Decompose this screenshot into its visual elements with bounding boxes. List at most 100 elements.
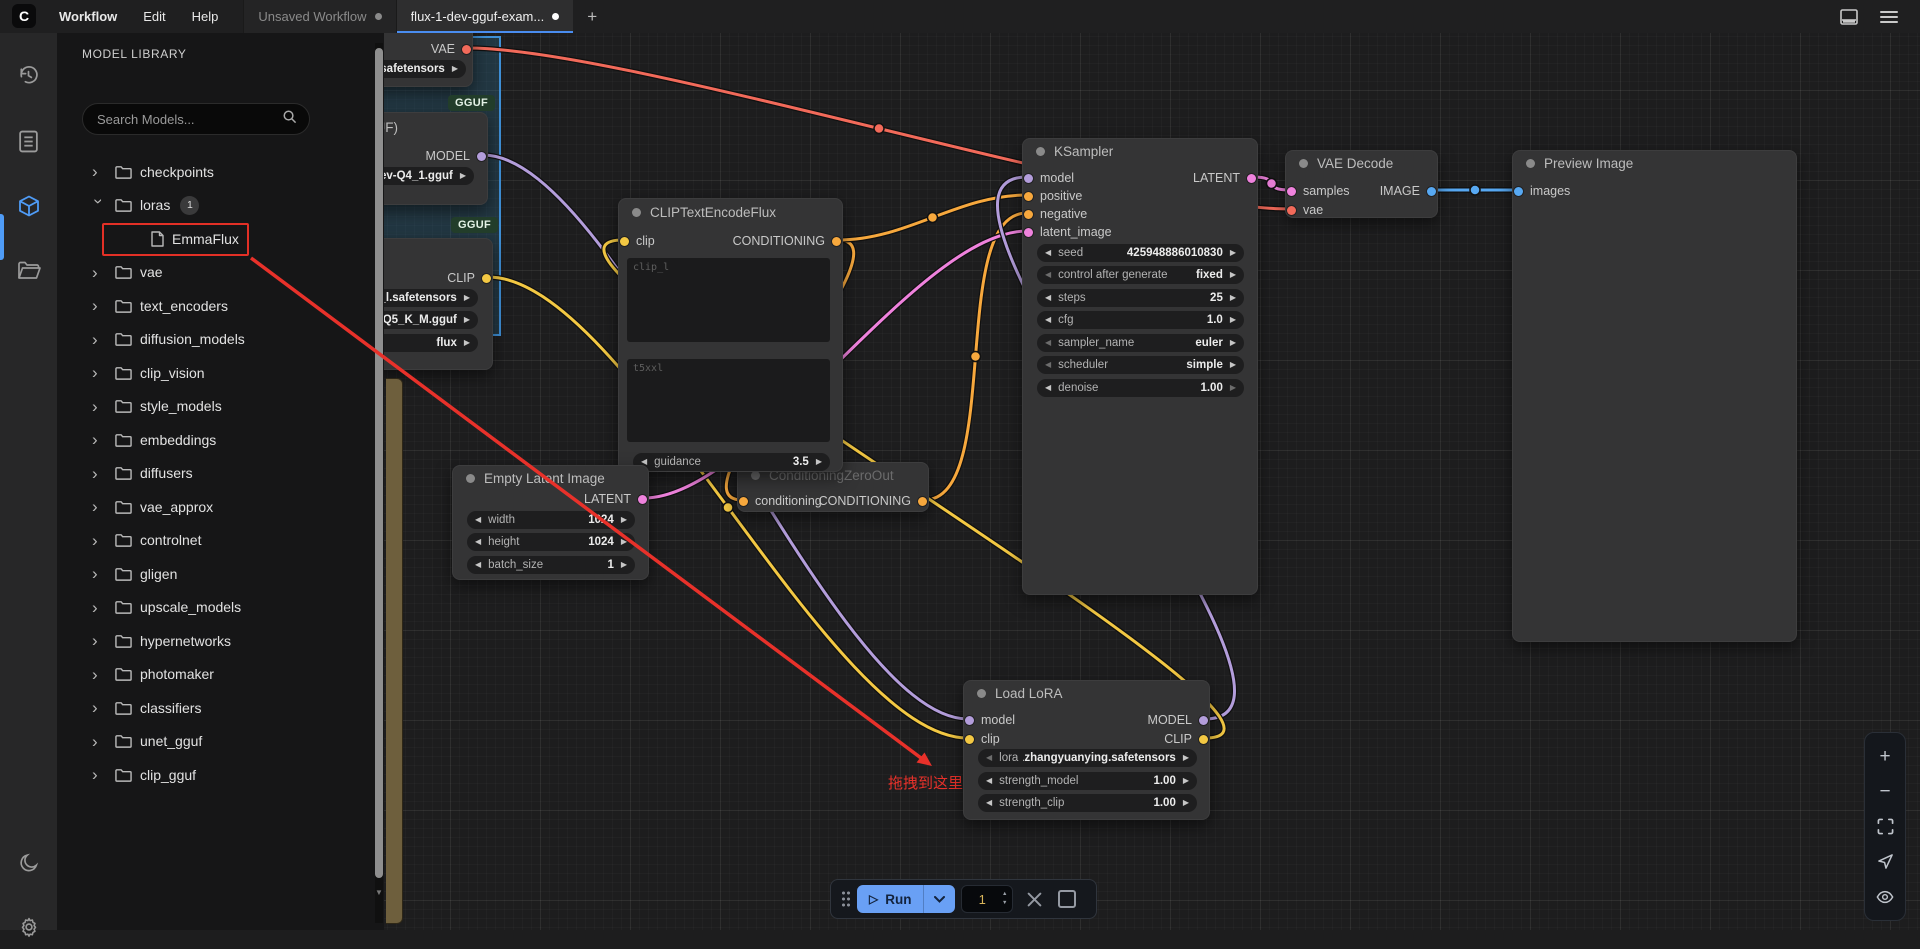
- pointer-navigate-button[interactable]: [1870, 849, 1900, 875]
- chevron-right-icon[interactable]: ›: [92, 163, 106, 180]
- widget-control after generate[interactable]: ◀control after generatefixed▶: [1037, 266, 1244, 284]
- widget-left-arrow-icon[interactable]: ◀: [986, 777, 992, 785]
- chevron-right-icon[interactable]: ›: [92, 599, 106, 616]
- node-preview-image[interactable]: Preview Imageimages: [1512, 150, 1797, 642]
- widget-right-arrow-icon[interactable]: ▶: [1183, 754, 1189, 762]
- prompt-textarea[interactable]: t5xxl: [627, 359, 830, 442]
- widget-right-arrow-icon[interactable]: ▶: [452, 65, 458, 73]
- node-load-lora[interactable]: Load LoRAmodelclipMODELCLIP◀lora …zhangy…: [963, 680, 1210, 820]
- widget-steps[interactable]: ◀steps25▶: [1037, 289, 1244, 307]
- tree-item-upscale_models[interactable]: ›upscale_models: [57, 591, 377, 625]
- widget-sampler_name[interactable]: ◀sampler_nameeuler▶: [1037, 334, 1244, 352]
- node-library-tab[interactable]: [0, 119, 57, 163]
- widget-right-arrow-icon[interactable]: ▶: [464, 294, 470, 302]
- menu-edit[interactable]: Edit: [130, 0, 178, 33]
- widget-right-arrow-icon[interactable]: ▶: [816, 458, 822, 466]
- tree-item-unet_gguf[interactable]: ›unet_gguf: [57, 725, 377, 759]
- output-port-CLIP[interactable]: [1199, 735, 1208, 744]
- workflows-tab[interactable]: [0, 249, 57, 293]
- output-port-MODEL[interactable]: [477, 152, 486, 161]
- output-port-LATENT[interactable]: [1247, 174, 1256, 183]
- chevron-right-icon[interactable]: ›: [92, 766, 106, 783]
- toggle-visibility-eye-button[interactable]: [1870, 884, 1900, 910]
- widget-denoise[interactable]: ◀denoise1.00▶: [1037, 379, 1244, 397]
- widget-right-arrow-icon[interactable]: ▶: [1183, 777, 1189, 785]
- output-port-CLIP[interactable]: [482, 274, 491, 283]
- widget-right-arrow-icon[interactable]: ▶: [464, 316, 470, 324]
- widget-right-arrow-icon[interactable]: ▶: [1230, 249, 1236, 257]
- stepper-down-icon[interactable]: ▼: [1002, 901, 1007, 907]
- chevron-right-icon[interactable]: ›: [92, 364, 106, 381]
- widget-guidance[interactable]: ◀guidance3.5▶: [633, 453, 830, 471]
- output-port-CONDITIONING[interactable]: [918, 497, 927, 506]
- search-input[interactable]: [95, 111, 282, 128]
- widget-right-arrow-icon[interactable]: ▶: [1230, 361, 1236, 369]
- output-port-MODEL[interactable]: [1199, 716, 1208, 725]
- input-port-vae[interactable]: [1287, 206, 1296, 215]
- widget-right-arrow-icon[interactable]: ▶: [1230, 294, 1236, 302]
- scroll-down-arrow-icon[interactable]: ▼: [374, 888, 384, 897]
- widget-left-arrow-icon[interactable]: ◀: [986, 754, 992, 762]
- chevron-right-icon[interactable]: ›: [92, 398, 106, 415]
- node-ksampler[interactable]: KSamplermodelpositivenegativelatent_imag…: [1022, 138, 1258, 595]
- output-port-IMAGE[interactable]: [1427, 187, 1436, 196]
- tree-item-gligen[interactable]: ›gligen: [57, 557, 377, 591]
- tree-item-vae[interactable]: ›vae: [57, 256, 377, 290]
- node-vae-decode[interactable]: VAE DecodesamplesvaeIMAGE: [1285, 150, 1438, 218]
- widget-strength_clip[interactable]: ◀strength_clip1.00▶: [978, 794, 1197, 812]
- node-clip-text-encode-flux[interactable]: CLIPTextEncodeFluxclipCONDITIONINGclip_l…: [618, 198, 843, 472]
- tab-unsaved-workflow[interactable]: Unsaved Workflow: [243, 0, 395, 33]
- widget-right-arrow-icon[interactable]: ▶: [1230, 339, 1236, 347]
- widget-right-arrow-icon[interactable]: ▶: [1230, 316, 1236, 324]
- widget-right-arrow-icon[interactable]: ▶: [1183, 799, 1189, 807]
- output-port-VAE[interactable]: [462, 45, 471, 54]
- widget-left-arrow-icon[interactable]: ◀: [1045, 316, 1051, 324]
- widget-left-arrow-icon[interactable]: ◀: [1045, 384, 1051, 392]
- widget-left-arrow-icon[interactable]: ◀: [475, 561, 481, 569]
- tree-item-text_encoders[interactable]: ›text_encoders: [57, 289, 377, 323]
- chevron-right-icon[interactable]: ›: [92, 431, 106, 448]
- widget-right-arrow-icon[interactable]: ▶: [1230, 384, 1236, 392]
- widget-height[interactable]: ◀height1024▶: [467, 533, 635, 551]
- widget-left-arrow-icon[interactable]: ◀: [1045, 361, 1051, 369]
- chevron-right-icon[interactable]: ›: [92, 264, 106, 281]
- chevron-right-icon[interactable]: ›: [92, 465, 106, 482]
- input-port-clip[interactable]: [965, 735, 974, 744]
- widget-width[interactable]: ◀width1024▶: [467, 511, 635, 529]
- tree-item-hypernetworks[interactable]: ›hypernetworks: [57, 624, 377, 658]
- clear-queue-button[interactable]: [1027, 892, 1042, 907]
- chevron-right-icon[interactable]: ›: [92, 532, 106, 549]
- widget-cfg[interactable]: ◀cfg1.0▶: [1037, 311, 1244, 329]
- input-port-model[interactable]: [965, 716, 974, 725]
- input-port-clip[interactable]: [620, 237, 629, 246]
- tree-item-clip_gguf[interactable]: ›clip_gguf: [57, 758, 377, 792]
- main-menu-icon[interactable]: [1880, 10, 1898, 24]
- tree-item-style_models[interactable]: ›style_models: [57, 390, 377, 424]
- widget-right-arrow-icon[interactable]: ▶: [621, 561, 627, 569]
- note-node-sliver[interactable]: [386, 378, 403, 924]
- search-box[interactable]: [82, 103, 310, 135]
- tree-item-embeddings[interactable]: ›embeddings: [57, 423, 377, 457]
- widget-lora …[interactable]: ◀lora …zhangyuanying.safetensors▶: [978, 749, 1197, 767]
- tree-item-loras[interactable]: ›loras1: [57, 189, 377, 223]
- input-port-images[interactable]: [1514, 187, 1523, 196]
- fit-view-button[interactable]: [1870, 814, 1900, 840]
- prompt-textarea[interactable]: clip_l: [627, 258, 830, 342]
- chevron-right-icon[interactable]: ›: [92, 632, 106, 649]
- widget-right-arrow-icon[interactable]: ▶: [621, 516, 627, 524]
- output-port-CONDITIONING[interactable]: [832, 237, 841, 246]
- widget-left-arrow-icon[interactable]: ◀: [475, 516, 481, 524]
- widget-left-arrow-icon[interactable]: ◀: [1045, 249, 1051, 257]
- run-button[interactable]: ▷ Run: [857, 885, 955, 913]
- tree-item-diffusion_models[interactable]: ›diffusion_models: [57, 323, 377, 357]
- menu-help[interactable]: Help: [179, 0, 232, 33]
- chevron-right-icon[interactable]: ›: [92, 699, 106, 716]
- input-port-model[interactable]: [1024, 174, 1033, 183]
- tree-item-controlnet[interactable]: ›controlnet: [57, 524, 377, 558]
- chevron-right-icon[interactable]: ›: [92, 666, 106, 683]
- output-port-LATENT[interactable]: [638, 495, 647, 504]
- stop-button[interactable]: [1058, 890, 1076, 908]
- widget-batch_size[interactable]: ◀batch_size1▶: [467, 556, 635, 574]
- widget-right-arrow-icon[interactable]: ▶: [1230, 271, 1236, 279]
- batch-stepper[interactable]: ▲▼: [1002, 892, 1012, 906]
